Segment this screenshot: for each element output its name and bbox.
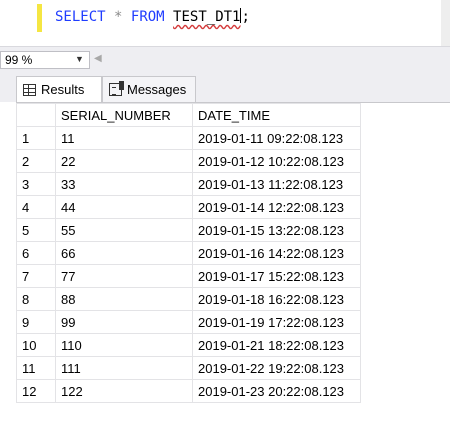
zoom-select[interactable]: 99 % ▼: [0, 51, 90, 69]
cell-date-time[interactable]: 2019-01-12 10:22:08.123: [192, 149, 361, 173]
cell-serial-number[interactable]: 11: [55, 126, 193, 150]
cell-serial-number[interactable]: 77: [55, 264, 193, 288]
query-text[interactable]: SELECT * FROM TEST_DT1;: [55, 8, 250, 25]
row-number[interactable]: 6: [16, 241, 56, 265]
row-number[interactable]: 8: [16, 287, 56, 311]
messages-icon: [109, 81, 124, 96]
scroll-left-icon[interactable]: ◀: [94, 53, 102, 64]
cell-serial-number[interactable]: 33: [55, 172, 193, 196]
editor-scrollbar[interactable]: [441, 0, 450, 46]
cell-serial-number[interactable]: 110: [55, 333, 193, 357]
cell-date-time[interactable]: 2019-01-19 17:22:08.123: [192, 310, 361, 334]
table-name: TEST_DT1: [173, 9, 241, 25]
tab-messages[interactable]: Messages: [102, 76, 196, 102]
cell-date-time[interactable]: 2019-01-21 18:22:08.123: [192, 333, 361, 357]
grid-icon: [23, 83, 36, 96]
cell-date-time[interactable]: 2019-01-22 19:22:08.123: [192, 356, 361, 380]
row-number[interactable]: 12: [16, 379, 56, 403]
table-row[interactable]: 1 11 2019-01-11 09:22:08.123: [16, 126, 361, 150]
cell-date-time[interactable]: 2019-01-11 09:22:08.123: [192, 126, 361, 150]
chevron-down-icon[interactable]: ▼: [75, 54, 84, 64]
row-number[interactable]: 9: [16, 310, 56, 334]
row-number[interactable]: 7: [16, 264, 56, 288]
query-editor[interactable]: SELECT * FROM TEST_DT1;: [0, 0, 450, 46]
keyword-from: FROM: [130, 9, 165, 25]
column-header-date-time[interactable]: DATE_TIME: [192, 103, 361, 127]
cell-date-time[interactable]: 2019-01-16 14:22:08.123: [192, 241, 361, 265]
row-number[interactable]: 4: [16, 195, 56, 219]
row-number[interactable]: 2: [16, 149, 56, 173]
table-row[interactable]: 4 44 2019-01-14 12:22:08.123: [16, 195, 361, 219]
cell-serial-number[interactable]: 122: [55, 379, 193, 403]
table-row[interactable]: 6 66 2019-01-16 14:22:08.123: [16, 241, 361, 265]
tab-results-label: Results: [41, 82, 85, 97]
table-row[interactable]: 2 22 2019-01-12 10:22:08.123: [16, 149, 361, 173]
results-table: SERIAL_NUMBER DATE_TIME 1 11 2019-01-11 …: [16, 103, 361, 403]
cell-date-time[interactable]: 2019-01-18 16:22:08.123: [192, 287, 361, 311]
results-grid[interactable]: SERIAL_NUMBER DATE_TIME 1 11 2019-01-11 …: [16, 102, 450, 431]
operator-star: *: [114, 9, 123, 25]
table-row[interactable]: 5 55 2019-01-15 13:22:08.123: [16, 218, 361, 242]
table-row[interactable]: 11 111 2019-01-22 19:22:08.123: [16, 356, 361, 380]
zoom-bar: 99 % ▼ ◀: [0, 46, 450, 75]
tab-results[interactable]: Results: [16, 76, 102, 102]
statement-terminator: ;: [241, 9, 250, 25]
cell-serial-number[interactable]: 111: [55, 356, 193, 380]
cell-date-time[interactable]: 2019-01-14 12:22:08.123: [192, 195, 361, 219]
cell-serial-number[interactable]: 22: [55, 149, 193, 173]
cell-serial-number[interactable]: 55: [55, 218, 193, 242]
cell-date-time[interactable]: 2019-01-15 13:22:08.123: [192, 218, 361, 242]
table-row[interactable]: 7 77 2019-01-17 15:22:08.123: [16, 264, 361, 288]
keyword-select: SELECT: [55, 9, 106, 25]
cell-serial-number[interactable]: 99: [55, 310, 193, 334]
tab-messages-label: Messages: [127, 82, 187, 97]
row-number[interactable]: 1: [16, 126, 56, 150]
row-number[interactable]: 5: [16, 218, 56, 242]
table-row[interactable]: 12 122 2019-01-23 20:22:08.123: [16, 379, 361, 403]
column-header-serial-number[interactable]: SERIAL_NUMBER: [55, 103, 193, 127]
table-row[interactable]: 8 88 2019-01-18 16:22:08.123: [16, 287, 361, 311]
cell-date-time[interactable]: 2019-01-13 11:22:08.123: [192, 172, 361, 196]
table-row[interactable]: 3 33 2019-01-13 11:22:08.123: [16, 172, 361, 196]
change-margin-marker: [37, 4, 42, 32]
cell-serial-number[interactable]: 88: [55, 287, 193, 311]
row-number[interactable]: 10: [16, 333, 56, 357]
table-row[interactable]: 9 99 2019-01-19 17:22:08.123: [16, 310, 361, 334]
table-row[interactable]: 10 110 2019-01-21 18:22:08.123: [16, 333, 361, 357]
row-number[interactable]: 11: [16, 356, 56, 380]
cell-serial-number[interactable]: 44: [55, 195, 193, 219]
results-tabs: Results Messages: [0, 74, 450, 102]
zoom-value: 99 %: [5, 53, 33, 67]
cell-date-time[interactable]: 2019-01-23 20:22:08.123: [192, 379, 361, 403]
row-number[interactable]: 3: [16, 172, 56, 196]
column-header-rownum[interactable]: [16, 103, 56, 127]
cell-date-time[interactable]: 2019-01-17 15:22:08.123: [192, 264, 361, 288]
cell-serial-number[interactable]: 66: [55, 241, 193, 265]
header-row: SERIAL_NUMBER DATE_TIME: [16, 103, 361, 127]
